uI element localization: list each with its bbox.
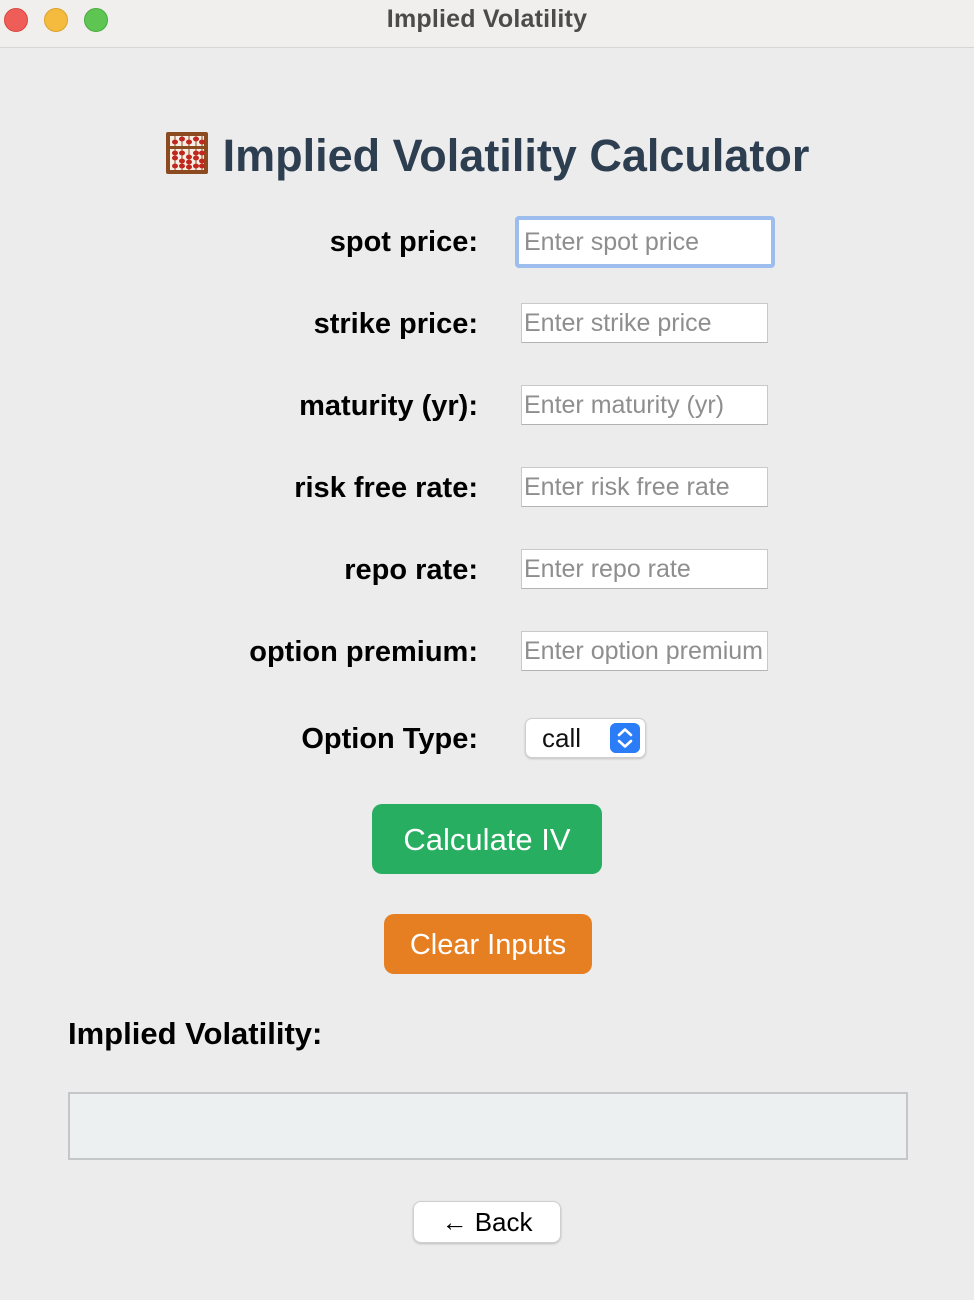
- strike-price-input[interactable]: [521, 303, 768, 343]
- calculate-iv-button[interactable]: Calculate IV: [372, 804, 602, 874]
- strike-price-label: strike price:: [313, 308, 478, 340]
- option-type-value: call: [542, 723, 582, 753]
- maturity-input[interactable]: [521, 385, 768, 425]
- spot-price-label: spot price:: [329, 226, 478, 258]
- title-bar: Implied Volatility: [0, 0, 974, 48]
- option-type-label: Option Type:: [301, 723, 478, 755]
- risk-free-rate-label: risk free rate:: [294, 472, 478, 504]
- back-button[interactable]: ← Back: [413, 1201, 561, 1243]
- maturity-label: maturity (yr):: [299, 390, 478, 422]
- result-label: Implied Volatility:: [68, 1016, 323, 1051]
- option-type-select[interactable]: call: [525, 718, 646, 758]
- result-output: [68, 1092, 908, 1160]
- app-window: Implied Volatility Implied Volatility Ca…: [0, 0, 974, 1300]
- chevron-up-down-icon: [610, 723, 640, 753]
- option-premium-label: option premium:: [249, 636, 478, 668]
- risk-free-rate-input[interactable]: [521, 467, 768, 507]
- repo-rate-label: repo rate:: [344, 554, 478, 586]
- window-title: Implied Volatility: [386, 5, 588, 33]
- option-premium-input[interactable]: [521, 631, 768, 671]
- page-title: Implied Volatility Calculator: [222, 130, 810, 181]
- repo-rate-input[interactable]: [521, 549, 768, 589]
- spot-price-input[interactable]: [515, 216, 775, 268]
- clear-inputs-button[interactable]: Clear Inputs: [384, 914, 592, 974]
- abacus-icon: [165, 132, 208, 174]
- page-heading: Implied Volatility Calculator: [0, 128, 974, 184]
